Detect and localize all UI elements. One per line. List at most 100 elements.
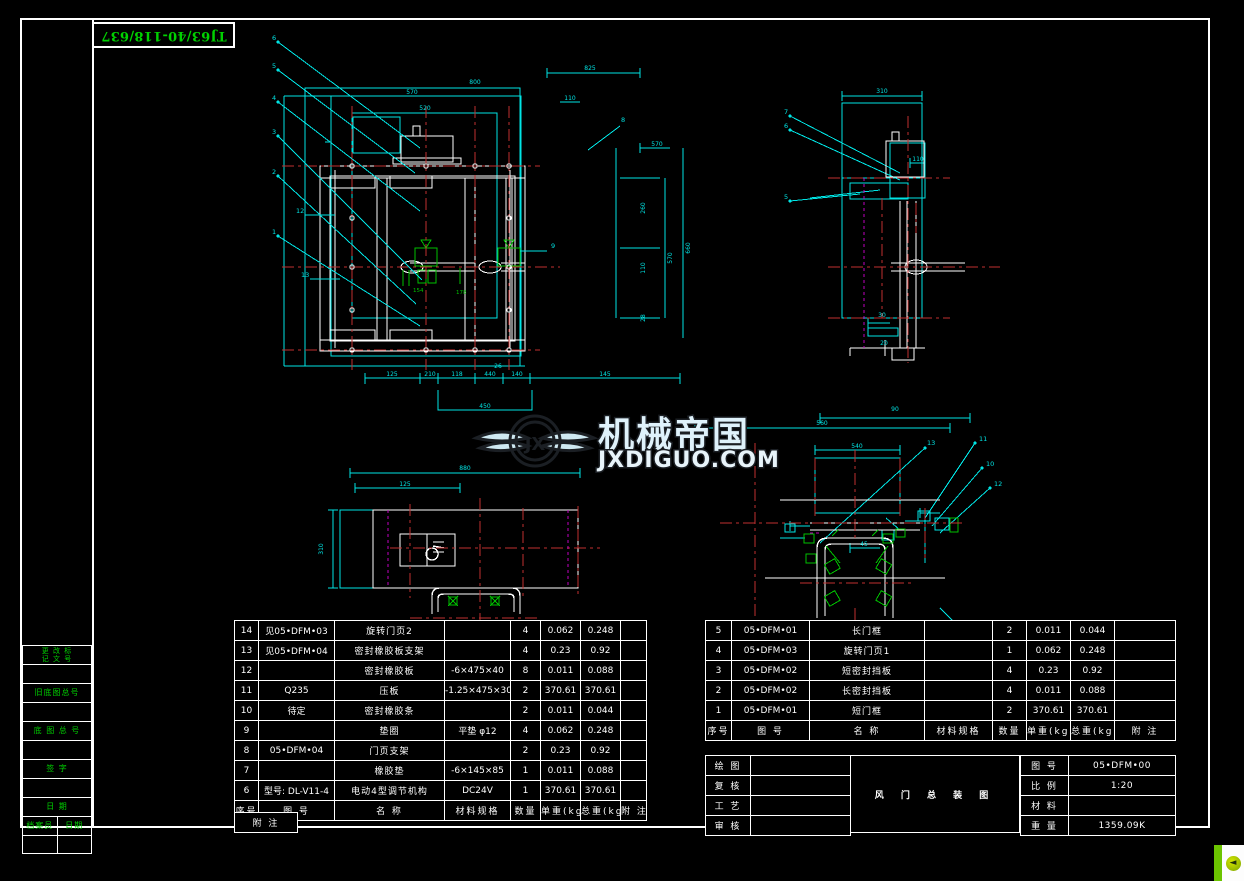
left-label-line2: 记 文 号	[41, 655, 73, 663]
bom-cell-material-spec: -1.25×475×30	[444, 680, 511, 701]
bom-header-qty: 数量	[992, 720, 1027, 741]
cad-drawing-canvas: 65 43 21 12 13 89 800 570 520 825 110 570…	[0, 0, 1244, 881]
title-role-row: 工 艺	[705, 795, 851, 816]
bom-cell-material-spec	[924, 660, 993, 681]
title-field-row: 图 号 05•DFM•00	[1020, 755, 1176, 776]
bom-cell-material-spec	[444, 620, 511, 641]
bom-row: 14 见05•DFM•03 旋转门页2 4 0.062 0.248	[234, 620, 647, 641]
bom-cell-name: 短密封挡板	[809, 660, 925, 681]
bom-header-remark: 附 注	[620, 800, 647, 821]
title-field-row: 重 量 1359.09K	[1020, 815, 1176, 836]
bom-cell-total-weight: 370.61	[580, 680, 621, 701]
bom-cell-total-weight: 370.61	[1070, 700, 1115, 721]
bom-cell-name: 旋转门页1	[809, 640, 925, 661]
bom-cell-material-spec: 平垫 φ12	[444, 720, 511, 741]
bom-cell-name: 门页支架	[334, 740, 445, 761]
bom-row: 1 05•DFM•01 短门框 2 370.61 370.61	[705, 700, 1176, 721]
title-block-fields: 图 号 05•DFM•00 比 例 1:20 材 料重 量 1359.09K	[1020, 755, 1176, 836]
title-block-roles: 绘 图复 核工 艺审 核	[705, 755, 851, 836]
bom-cell-name: 长门框	[809, 620, 925, 641]
bom-cell-qty: 1	[510, 760, 541, 781]
bom-cell-remark	[620, 680, 647, 701]
bom-row: 10 待定 密封橡胶条 2 0.011 0.044	[234, 700, 647, 721]
bom-cell-dwg-no: 05•DFM•02	[731, 680, 810, 701]
bom-cell-dwg-no: 见05•DFM•03	[258, 620, 335, 641]
title-role-value[interactable]	[750, 815, 851, 836]
left-row-spacer-2	[22, 702, 92, 721]
bom-cell-total-weight: 0.088	[1070, 680, 1115, 701]
title-role-label: 绘 图	[705, 755, 751, 776]
bom-row: 4 05•DFM•03 旋转门页1 1 0.062 0.248	[705, 640, 1176, 661]
sheet-inner-rule	[92, 18, 94, 828]
bom-cell-remark	[1114, 620, 1176, 641]
bom-cell-seq: 14	[234, 620, 259, 641]
bom-cell-unit-weight: 0.062	[540, 720, 581, 741]
bom-cell-seq: 1	[705, 700, 732, 721]
bom-cell-dwg-no: 05•DFM•01	[731, 700, 810, 721]
bom-cell-material-spec	[924, 620, 993, 641]
left-row-spacer-4	[22, 778, 92, 797]
title-role-label: 审 核	[705, 815, 751, 836]
bom-cell-total-weight: 0.92	[580, 640, 621, 661]
left-row-archivist-date: 档案员 日期	[22, 816, 92, 835]
bom-header-total-weight: 总重(kg)	[580, 800, 621, 821]
title-field-value[interactable]	[1068, 795, 1176, 816]
bom-cell-dwg-no: 见05•DFM•04	[258, 640, 335, 661]
bom-cell-remark	[620, 720, 647, 741]
left-row-archivist-date-blank	[22, 835, 92, 854]
bom-cell-qty: 4	[510, 620, 541, 641]
bom-row: 8 05•DFM•04 门页支架 2 0.23 0.92	[234, 740, 647, 761]
title-field-value[interactable]: 1:20	[1068, 775, 1176, 796]
bom-header-name: 名 称	[334, 800, 445, 821]
left-label-line1: 更 改 标	[41, 647, 73, 655]
bom-cell-total-weight: 0.044	[1070, 620, 1115, 641]
bom-cell-seq: 6	[234, 780, 259, 801]
bom-cell-seq: 11	[234, 680, 259, 701]
bom-header-material-spec: 材料规格	[444, 800, 511, 821]
bom-cell-seq: 9	[234, 720, 259, 741]
title-role-value[interactable]	[750, 755, 851, 776]
title-role-value[interactable]	[750, 795, 851, 816]
bom-cell-material-spec: DC24V	[444, 780, 511, 801]
viewer-back-button[interactable]: ◄	[1222, 845, 1244, 881]
bom-row: 7 橡胶垫 -6×145×85 1 0.011 0.088	[234, 760, 647, 781]
drawing-number-text: TJ63/40-118/637	[100, 27, 227, 43]
bom-row: 13 见05•DFM•04 密封橡胶板支架 4 0.23 0.92	[234, 640, 647, 661]
bom-header-material-spec: 材料规格	[924, 720, 993, 741]
bom-cell-name: 长密封挡板	[809, 680, 925, 701]
bom-cell-remark	[620, 640, 647, 661]
bom-table-right: 5 05•DFM•01 长门框 2 0.011 0.044 4 05•DFM•03 旋转门页1 1…	[705, 620, 1176, 741]
bom-cell-total-weight: 370.61	[580, 780, 621, 801]
title-field-value[interactable]: 05•DFM•00	[1068, 755, 1176, 776]
bom-header-remark: 附 注	[1114, 720, 1176, 741]
left-margin-title-stack: 更 改 标 记 文 号 旧底图总号 底 图 总 号 签 字 日 期 档案员 日期	[22, 645, 92, 854]
title-role-value[interactable]	[750, 775, 851, 796]
bom-cell-remark	[620, 700, 647, 721]
title-role-row: 审 核	[705, 815, 851, 836]
back-arrow-icon[interactable]: ◄	[1225, 855, 1241, 871]
bom-cell-unit-weight: 370.61	[540, 680, 581, 701]
left-row-base-drawing-no: 底 图 总 号	[22, 721, 92, 740]
bom-cell-qty: 4	[992, 660, 1027, 681]
title-field-label: 材 料	[1020, 795, 1069, 816]
bom-cell-unit-weight: 0.011	[540, 760, 581, 781]
bom-cell-seq: 10	[234, 700, 259, 721]
bom-cell-name: 压板	[334, 680, 445, 701]
bom-cell-remark	[1114, 700, 1176, 721]
bom-cell-material-spec: -6×475×40	[444, 660, 511, 681]
title-field-label: 比 例	[1020, 775, 1069, 796]
bom-cell-unit-weight: 370.61	[1026, 700, 1071, 721]
title-block-main-title: 风 门 总 装 图	[850, 755, 1020, 833]
bom-cell-remark	[620, 760, 647, 781]
bom-header-row: 序号图 号名 称材料规格数量单重(kg)总重(kg)附 注	[705, 720, 1176, 741]
title-field-value[interactable]: 1359.09K	[1068, 815, 1176, 836]
bom-cell-remark	[620, 740, 647, 761]
left-row-spacer-3	[22, 740, 92, 759]
bom-cell-dwg-no: 05•DFM•01	[731, 620, 810, 641]
bom-cell-material-spec: -6×145×85	[444, 760, 511, 781]
bom-table-left: 14 见05•DFM•03 旋转门页2 4 0.062 0.248 13 见05•DFM•04…	[234, 620, 647, 821]
bom-cell-qty: 2	[992, 620, 1027, 641]
bom-cell-unit-weight: 370.61	[540, 780, 581, 801]
bom-cell-total-weight: 0.088	[580, 760, 621, 781]
bom-cell-material-spec	[924, 640, 993, 661]
